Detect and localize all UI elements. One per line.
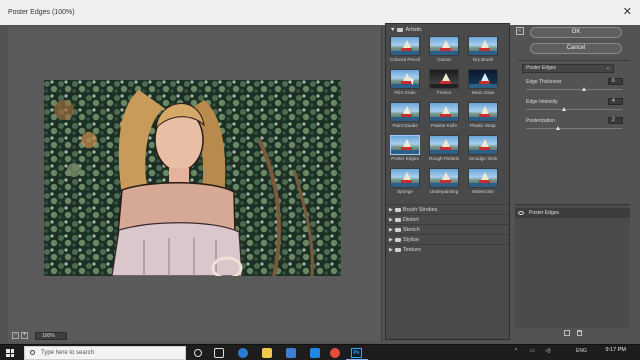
effect-layers-panel: Poster Edges <box>515 204 630 328</box>
category-label: Artistic <box>405 27 422 33</box>
thumb-image <box>390 69 420 89</box>
folder-icon <box>394 217 401 222</box>
thumb-image <box>468 102 498 122</box>
thumb-image <box>390 102 420 122</box>
store-icon[interactable] <box>286 348 296 358</box>
collapse-gallery-button[interactable]: ⇱ <box>516 27 524 35</box>
thumb-image <box>468 168 498 188</box>
taskbar: Type here to search Ps ^ ▭ ◁) ENG 9:17 P… <box>0 344 640 360</box>
param-posterization: Posterization 2 <box>526 117 626 136</box>
thumb-image <box>429 135 459 155</box>
thumb-paint-daubs[interactable]: Paint Daubs <box>390 102 420 132</box>
cortana-icon[interactable] <box>194 349 202 357</box>
window-title: Poster Edges (100%) <box>8 9 75 16</box>
search-icon <box>30 350 35 355</box>
thumb-underpainting[interactable]: Underpainting <box>429 168 459 198</box>
thumb-sponge[interactable]: Sponge <box>390 168 420 198</box>
chevron-right-icon: ▶ <box>389 247 393 253</box>
thumb-image <box>390 168 420 188</box>
slider-track <box>526 128 622 129</box>
zoom-in-button[interactable]: + <box>21 332 28 339</box>
folder-icon <box>394 237 401 242</box>
slider-handle[interactable] <box>555 126 560 130</box>
chevron-down-icon: ⌄ <box>605 65 610 71</box>
file-explorer-icon[interactable] <box>262 348 272 358</box>
volume-icon[interactable]: ◁) <box>545 348 551 354</box>
preview-image <box>44 80 341 276</box>
category-distort[interactable]: ▶ Distort <box>386 214 509 224</box>
thumb-colored-pencil[interactable]: Colored Pencil <box>390 36 420 66</box>
category-stylize[interactable]: ▶ Stylize <box>386 234 509 244</box>
thumb-image <box>468 135 498 155</box>
preview-area[interactable] <box>8 27 382 342</box>
thumb-fresco[interactable]: Fresco <box>429 69 459 99</box>
preview-footer: − + 100% <box>8 330 382 342</box>
chrome-icon[interactable] <box>330 348 340 358</box>
thumb-watercolor[interactable]: Watercolor <box>468 168 498 198</box>
taskbar-search-input[interactable]: Type here to search <box>24 346 186 360</box>
zoom-out-button[interactable]: − <box>12 332 19 339</box>
title-bar: Poster Edges (100%) ✕ <box>0 0 640 25</box>
slider-track <box>526 89 622 90</box>
eye-icon[interactable] <box>518 211 524 215</box>
ok-button[interactable]: OK <box>530 27 622 38</box>
thumb-image <box>429 102 459 122</box>
mail-icon[interactable] <box>310 348 320 358</box>
trash-icon[interactable] <box>577 330 582 336</box>
thumb-smudge-stick[interactable]: Smudge Stick <box>468 135 498 165</box>
slider-track <box>526 109 622 110</box>
thumb-rough-pastels[interactable]: Rough Pastels <box>429 135 459 165</box>
slider-handle[interactable] <box>562 107 567 111</box>
folder-icon <box>394 247 401 252</box>
thumb-image <box>468 69 498 89</box>
network-icon[interactable]: ▭ <box>530 348 535 354</box>
task-view-icon[interactable] <box>214 348 224 358</box>
thumb-cutout[interactable]: Cutout <box>429 36 459 66</box>
edge-icon[interactable] <box>238 348 248 358</box>
category-brush-strokes[interactable]: ▶ Brush Strokes <box>386 204 509 214</box>
category-texture[interactable]: ▶ Texture <box>386 244 509 254</box>
thumb-poster-edges[interactable]: Poster Edges <box>390 135 420 165</box>
edge-thickness-input[interactable]: 6 <box>608 78 623 85</box>
cancel-button[interactable]: Cancel <box>530 43 622 54</box>
thumb-image <box>468 36 498 56</box>
thumb-plastic-wrap[interactable]: Plastic Wrap <box>468 102 498 132</box>
zoom-level-dropdown[interactable]: 100% <box>35 332 67 340</box>
param-edge-thickness: Edge Thickness 6 <box>526 78 626 97</box>
thumb-image <box>390 36 420 56</box>
new-effect-layer-icon[interactable] <box>564 330 570 336</box>
folder-icon <box>397 27 404 32</box>
thumb-dry-brush[interactable]: Dry Brush <box>468 36 498 66</box>
category-sketch[interactable]: ▶ Sketch <box>386 224 509 234</box>
filter-dropdown[interactable]: Poster Edges ⌄ <box>522 64 614 73</box>
category-artistic[interactable]: ▼ Artistic <box>390 27 422 35</box>
photoshop-icon[interactable]: Ps <box>351 348 362 358</box>
filter-settings: Poster Edges ⌄ Edge Thickness 6 Edge Int… <box>518 60 630 204</box>
posterization-input[interactable]: 2 <box>608 117 623 124</box>
param-edge-intensity: Edge Intensity 4 <box>526 98 626 117</box>
thumb-palette-knife[interactable]: Palette Knife <box>429 102 459 132</box>
effect-layer[interactable]: Poster Edges <box>515 208 630 218</box>
edge-intensity-input[interactable]: 4 <box>608 98 623 105</box>
folder-icon <box>394 207 401 212</box>
clock[interactable]: 9:17 PM <box>606 347 626 353</box>
thumb-image <box>429 36 459 56</box>
chevron-down-icon: ▼ <box>390 27 396 33</box>
thumb-neon-glow[interactable]: Neon Glow <box>468 69 498 99</box>
filter-gallery: ▼ Artistic Colored Pencil Cutout Dry Brus… <box>385 23 510 340</box>
tray-overflow-icon[interactable]: ^ <box>515 348 517 354</box>
folder-icon <box>394 227 401 232</box>
language-indicator[interactable]: ENG <box>576 348 587 354</box>
thumb-image <box>390 135 420 155</box>
thumb-image <box>429 168 459 188</box>
windows-start-icon[interactable] <box>6 349 14 357</box>
slider-handle[interactable] <box>581 87 586 91</box>
thumb-image <box>429 69 459 89</box>
close-icon[interactable]: ✕ <box>623 5 632 18</box>
